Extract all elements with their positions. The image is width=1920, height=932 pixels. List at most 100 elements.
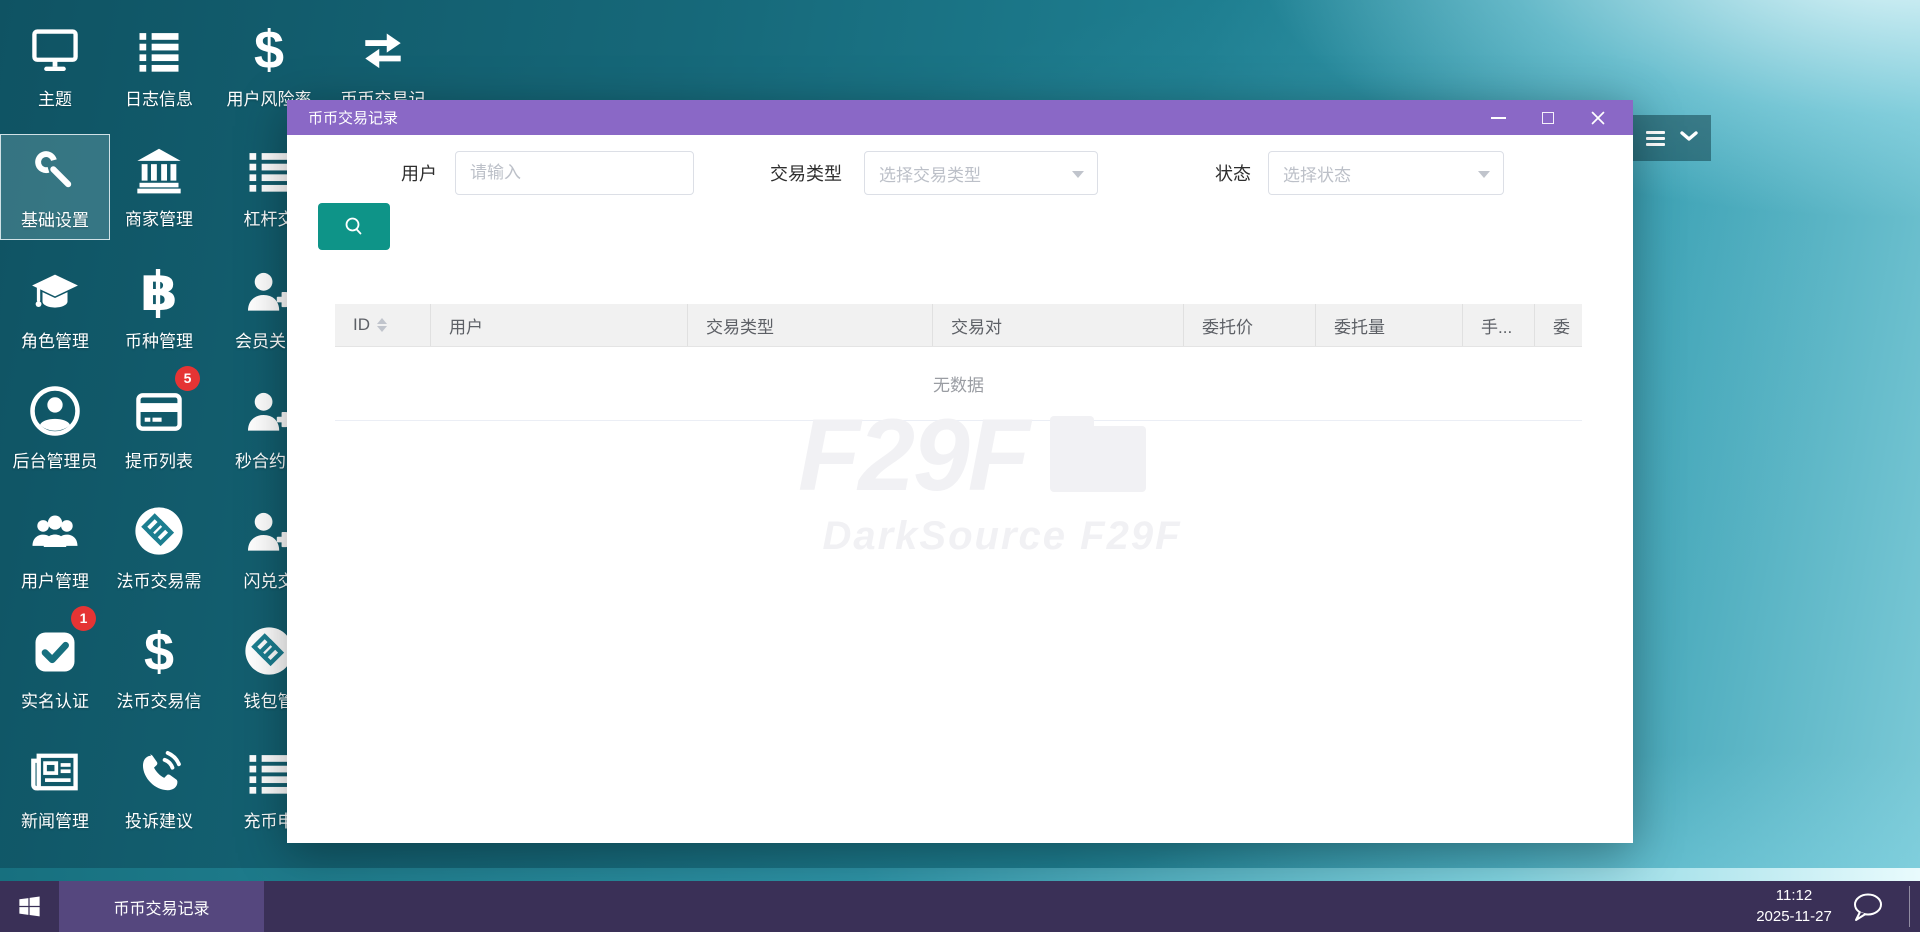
desktop-icon-merchant-management[interactable]: 商家管理 <box>104 134 214 240</box>
status-select[interactable]: 选择状态 <box>1268 151 1504 195</box>
dollar-icon: $ <box>253 20 285 80</box>
trade-type-field-group: 交易类型 选择交易类型 <box>712 151 1098 195</box>
wallpaper-highlight <box>0 868 1920 881</box>
app-window: 币币交易记录 用户 交易类型 选择交易类型 状态 选择状态 <box>287 100 1633 843</box>
desktop-icon-backend-admin[interactable]: 后台管理员 <box>0 376 110 482</box>
card-icon: 5 <box>104 366 214 440</box>
column-header-label: 交易对 <box>951 317 1002 337</box>
column-header-label: 委托价 <box>1202 317 1253 337</box>
exchange-icon <box>328 14 438 78</box>
status-label: 状态 <box>1215 164 1251 184</box>
column-header-label: 用户 <box>449 317 483 337</box>
desktop-icon-label: 投诉建议 <box>125 812 193 831</box>
folder-icon <box>1050 416 1147 494</box>
speech-bubble-icon <box>1854 893 1882 921</box>
desktop-icon-user-management[interactable]: 用户管理 <box>0 496 110 602</box>
desktop-icon-label: 商家管理 <box>125 210 193 229</box>
maximize-button[interactable] <box>1523 100 1573 135</box>
watermark-subtext: DarkSource F29F <box>822 514 1182 558</box>
trade-type-label: 交易类型 <box>770 164 842 184</box>
user-field-group: 用户 <box>347 151 694 195</box>
taskbar-clock[interactable]: 11:12 2025-11-27 <box>1742 885 1846 927</box>
table-column-header: 委托价 <box>1184 304 1316 346</box>
desktop-icon-label: 主题 <box>38 90 72 109</box>
minimize-button[interactable] <box>1473 100 1523 135</box>
desktop-icon-basic-settings[interactable]: 基础设置 <box>0 134 110 240</box>
caret-down-icon <box>1478 171 1490 178</box>
desktop-icon-withdraw-list[interactable]: 5 提币列表 <box>104 366 214 482</box>
desktop-icon-label: 角色管理 <box>21 332 89 351</box>
caret-down-icon <box>1072 171 1084 178</box>
search-icon <box>345 217 362 234</box>
start-button[interactable] <box>0 881 58 932</box>
windows-logo-icon <box>18 896 40 917</box>
notification-badge: 1 <box>71 606 96 631</box>
table-column-header[interactable]: ID <box>335 304 431 346</box>
desktop-icon-real-name-auth[interactable]: 1 实名认证 <box>0 606 110 722</box>
newspaper-icon <box>0 736 110 800</box>
clock-time: 11:12 <box>1775 887 1813 904</box>
desktop-icon-label: 法币交易信 <box>116 692 202 711</box>
table-column-header: 委 <box>1535 304 1582 346</box>
bitcoin-icon: ฿ <box>140 262 178 322</box>
list-icon <box>104 14 214 78</box>
user-input-box <box>455 151 694 195</box>
table-column-header: 用户 <box>431 304 688 346</box>
bank-icon <box>104 134 214 198</box>
trade-type-placeholder: 选择交易类型 <box>879 165 981 185</box>
sort-carets-icon[interactable] <box>377 318 387 332</box>
close-icon <box>1591 111 1605 124</box>
desktop-icon-theme[interactable]: 主题 <box>0 14 110 120</box>
table-column-header: 委托量 <box>1316 304 1463 346</box>
column-header-label: ID <box>353 315 370 334</box>
emblem-icon <box>104 496 214 560</box>
desktop-icon-news-management[interactable]: 新闻管理 <box>0 736 110 842</box>
person-circle-icon <box>0 376 110 440</box>
table-column-header: 手... <box>1463 304 1535 346</box>
wrench-icon <box>1 135 109 199</box>
action-center-button[interactable] <box>1848 890 1888 924</box>
taskbar: 币币交易记录 11:12 2025-11-27 <box>0 881 1920 932</box>
window-title: 币币交易记录 <box>308 110 399 127</box>
desktop-icon-role-management[interactable]: 角色管理 <box>0 256 110 362</box>
desktop-icon-complaint-suggest[interactable]: 投诉建议 <box>104 736 214 842</box>
desktop-icon-label: 法币交易需 <box>116 572 202 591</box>
minimize-icon <box>1490 116 1506 119</box>
desktop-icon-label: 日志信息 <box>125 90 193 109</box>
table-column-header: 交易类型 <box>688 304 933 346</box>
table-header-row: ID 用户 交易类型 交易对 委托价 委托量 手... 委 <box>335 304 1582 347</box>
dollar-icon: $ <box>143 622 175 682</box>
records-table: ID 用户 交易类型 交易对 委托价 委托量 手... 委 无数据 <box>335 304 1582 421</box>
column-header-label: 交易类型 <box>706 317 774 337</box>
monitor-icon <box>0 14 110 78</box>
user-input[interactable] <box>470 163 679 183</box>
trade-type-select[interactable]: 选择交易类型 <box>864 151 1098 195</box>
taskbar-active-task[interactable]: 币币交易记录 <box>59 881 264 932</box>
user-label: 用户 <box>401 164 437 184</box>
window-title-bar[interactable]: 币币交易记录 <box>287 100 1633 135</box>
watermark: F29F DarkSource F29F <box>742 400 1202 559</box>
search-button[interactable] <box>318 203 390 250</box>
desktop-icon-log-info[interactable]: 日志信息 <box>104 14 214 120</box>
desktop-icon-label: 币种管理 <box>125 332 193 351</box>
window-controls <box>1473 100 1623 135</box>
graduation-icon <box>0 256 110 320</box>
people-icon <box>0 496 110 560</box>
desktop-icon-coin-type-management[interactable]: ฿ 币种管理 <box>104 256 214 362</box>
notification-badge: 5 <box>175 366 200 391</box>
phone-icon <box>104 736 214 800</box>
table-column-header: 交易对 <box>933 304 1184 346</box>
chevron-down-icon <box>1680 129 1698 147</box>
status-placeholder: 选择状态 <box>1283 165 1351 185</box>
desktop-menu-button[interactable] <box>1633 115 1711 161</box>
close-button[interactable] <box>1573 100 1623 135</box>
desktop-icon-fiat-trade-demand[interactable]: 法币交易需 <box>104 496 214 602</box>
table-empty-state: 无数据 <box>335 347 1582 421</box>
desktop-icon-fiat-trade-info[interactable]: $ 法币交易信 <box>104 616 214 722</box>
desktop-icon-label: 基础设置 <box>21 211 89 230</box>
show-desktop-divider[interactable] <box>1909 886 1910 927</box>
desktop-icon-label: 提币列表 <box>125 452 193 471</box>
maximize-icon <box>1542 111 1554 124</box>
desktop-icon-label: 用户管理 <box>21 572 89 591</box>
taskbar-task-label: 币币交易记录 <box>113 900 210 918</box>
